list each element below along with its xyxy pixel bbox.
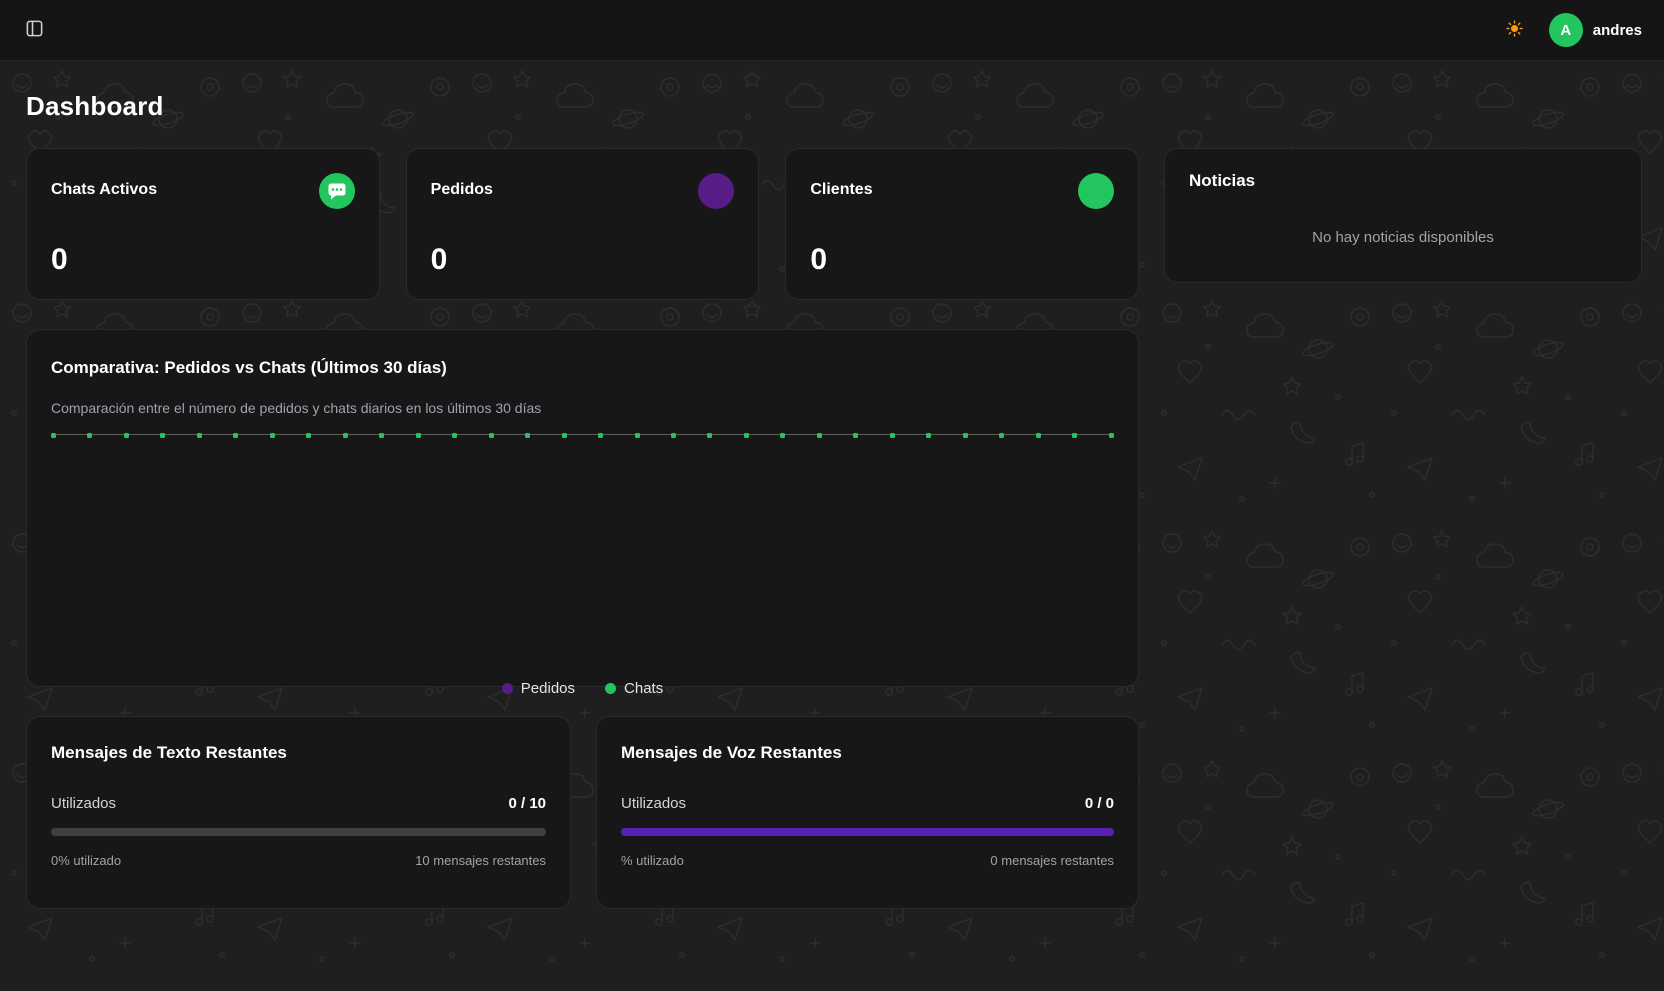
right-column: Noticias No hay noticias disponibles bbox=[1164, 148, 1642, 283]
stat-label: Chats Activos bbox=[51, 181, 157, 199]
usage-label: Utilizados bbox=[51, 795, 116, 812]
text-messages-card: Mensajes de Texto Restantes Utilizados 0… bbox=[26, 716, 571, 909]
legend-dot-chats bbox=[605, 683, 616, 694]
usage-label: Utilizados bbox=[621, 795, 686, 812]
stat-value: 0 bbox=[51, 245, 355, 275]
chat-bubble-icon bbox=[319, 173, 355, 209]
stat-label: Clientes bbox=[810, 181, 872, 199]
chart-subtitle: Comparación entre el número de pedidos y… bbox=[51, 400, 1114, 416]
usage-title: Mensajes de Voz Restantes bbox=[621, 743, 1114, 763]
news-title: Noticias bbox=[1189, 171, 1617, 191]
voice-progress-bar bbox=[621, 828, 1114, 836]
voice-progress-fill bbox=[621, 828, 1114, 836]
voice-messages-card: Mensajes de Voz Restantes Utilizados 0 /… bbox=[596, 716, 1139, 909]
usage-footer-right: 0 mensajes restantes bbox=[990, 853, 1114, 868]
news-empty-message: No hay noticias disponibles bbox=[1189, 229, 1617, 246]
usage-footer-left: % utilizado bbox=[621, 853, 684, 868]
usage-footer-right: 10 mensajes restantes bbox=[415, 853, 546, 868]
chart-dots-row bbox=[51, 432, 1114, 438]
green-circle-icon bbox=[1078, 173, 1114, 209]
panel-left-icon bbox=[25, 19, 44, 41]
theme-toggle-button[interactable] bbox=[1499, 14, 1531, 46]
chart-legend: Pedidos Chats bbox=[27, 680, 1138, 697]
left-column: Chats Activos 0 bbox=[26, 148, 1139, 909]
sidebar-toggle-button[interactable] bbox=[18, 14, 50, 46]
purple-circle-icon bbox=[698, 173, 734, 209]
stats-row: Chats Activos 0 bbox=[26, 148, 1139, 300]
news-card: Noticias No hay noticias disponibles bbox=[1164, 148, 1642, 283]
line-chart-plot bbox=[51, 432, 1114, 442]
legend-label: Chats bbox=[624, 680, 663, 697]
username: andres bbox=[1593, 22, 1642, 39]
usage-ratio: 0 / 10 bbox=[508, 795, 546, 812]
sun-icon bbox=[1506, 20, 1523, 40]
top-bar: A andres bbox=[0, 0, 1664, 61]
legend-label: Pedidos bbox=[521, 680, 575, 697]
stat-card-pedidos: Pedidos 0 bbox=[406, 148, 760, 300]
usage-footer-left: 0% utilizado bbox=[51, 853, 121, 868]
stat-card-chats-activos: Chats Activos 0 bbox=[26, 148, 380, 300]
main-content: Dashboard Chats Activos bbox=[0, 91, 1664, 909]
stat-label: Pedidos bbox=[431, 181, 493, 199]
chart-title: Comparativa: Pedidos vs Chats (Últimos 3… bbox=[51, 358, 1114, 378]
usage-title: Mensajes de Texto Restantes bbox=[51, 743, 546, 763]
page-title: Dashboard bbox=[26, 91, 1638, 122]
comparison-chart-card: Comparativa: Pedidos vs Chats (Últimos 3… bbox=[26, 329, 1139, 687]
stat-card-clientes: Clientes 0 bbox=[785, 148, 1139, 300]
legend-item-chats: Chats bbox=[605, 680, 663, 697]
text-progress-bar bbox=[51, 828, 546, 836]
avatar: A bbox=[1549, 13, 1583, 47]
stat-value: 0 bbox=[431, 245, 735, 275]
topbar-right: A andres bbox=[1499, 13, 1642, 47]
usage-ratio: 0 / 0 bbox=[1085, 795, 1114, 812]
legend-item-pedidos: Pedidos bbox=[502, 680, 575, 697]
legend-dot-pedidos bbox=[502, 683, 513, 694]
usage-row: Mensajes de Texto Restantes Utilizados 0… bbox=[26, 716, 1139, 909]
user-menu[interactable]: A andres bbox=[1549, 13, 1642, 47]
stat-value: 0 bbox=[810, 245, 1114, 275]
